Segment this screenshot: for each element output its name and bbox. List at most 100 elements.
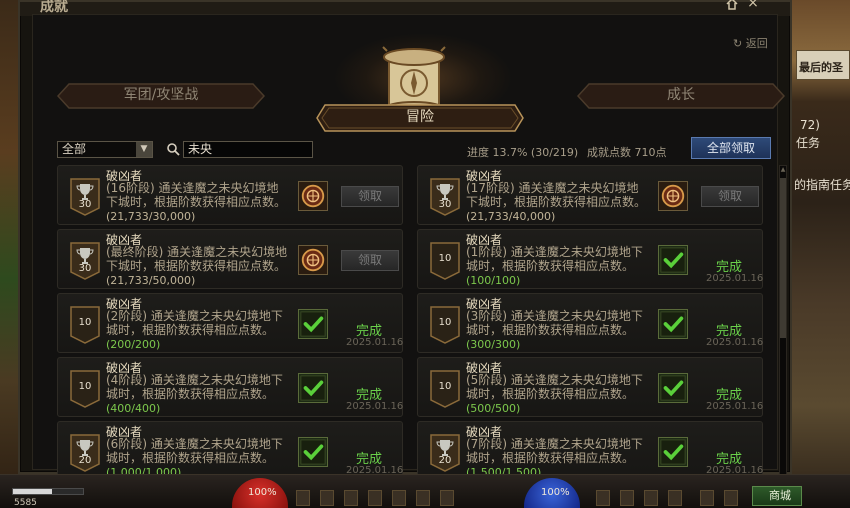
achievement-progress: (21,733/50,000) bbox=[106, 274, 196, 287]
tab-legion-label: 军团/攻坚战 bbox=[123, 87, 199, 103]
badge-icon bbox=[70, 178, 100, 216]
tab-growth-label: 成长 bbox=[667, 87, 695, 103]
category-select-value: 全部 bbox=[62, 142, 87, 156]
check-icon bbox=[658, 309, 688, 339]
hp-text: 100% bbox=[248, 487, 277, 498]
category-select[interactable]: 全部 ▼ bbox=[57, 141, 153, 158]
tab-adventure-label: 冒险 bbox=[406, 109, 434, 125]
back-button[interactable]: ↻ 返回 bbox=[733, 35, 768, 51]
side-task-text: 任务 bbox=[796, 136, 821, 150]
achievement-desc: (3阶段) 通关逢魔之未央幻境地下城时，根据阶数获得相应点数。 bbox=[466, 309, 643, 337]
achievement-card: 10 破凶者 (3阶段) 通关逢魔之未央幻境地下城时，根据阶数获得相应点数。 (300… bbox=[417, 293, 763, 353]
check-icon bbox=[298, 437, 328, 467]
achievement-card: 10 破凶者 (5阶段) 通关逢魔之未央幻境地下城时，根据阶数获得相应点数。 (500… bbox=[417, 357, 763, 417]
achievement-desc: (1阶段) 通关逢魔之未央幻境地下城时，根据阶数获得相应点数。 bbox=[466, 245, 643, 273]
progress-text: 进度 13.7% (30/219) bbox=[467, 146, 579, 159]
tab-adventure[interactable]: 冒险 bbox=[315, 103, 525, 133]
menu-slot[interactable] bbox=[596, 490, 610, 506]
achievement-desc: (2阶段) 通关逢魔之未央幻境地下城时，根据阶数获得相应点数。 bbox=[106, 309, 283, 337]
side-num-text: 72) bbox=[800, 118, 820, 132]
achievement-card: 20 破凶者 (6阶段) 通关逢魔之未央幻境地下城时，根据阶数获得相应点数。 (1,0… bbox=[57, 421, 403, 481]
badge-icon bbox=[430, 434, 460, 472]
menu-slot[interactable] bbox=[644, 490, 658, 506]
achievement-card: 10 破凶者 (2阶段) 通关逢魔之未央幻境地下城时，根据阶数获得相应点数。 (200… bbox=[57, 293, 403, 353]
level-bar bbox=[12, 488, 84, 495]
achievement-progress: (100/100) bbox=[466, 274, 521, 287]
badge-points: 30 bbox=[78, 199, 92, 210]
badge-points: 10 bbox=[438, 317, 452, 328]
menu-slot[interactable] bbox=[620, 490, 634, 506]
claim-button[interactable]: 领取 bbox=[341, 186, 399, 207]
skill-slot[interactable] bbox=[440, 490, 454, 506]
achievement-card: 10 破凶者 (4阶段) 通关逢魔之未央幻境地下城时，根据阶数获得相应点数。 (400… bbox=[57, 357, 403, 417]
shop-button[interactable]: 商城 bbox=[752, 486, 802, 506]
quest-note-text: 最后的圣 bbox=[799, 61, 843, 74]
skill-slot[interactable] bbox=[416, 490, 430, 506]
completion-date: 2025.01.16 bbox=[706, 337, 764, 348]
achievement-desc: (5阶段) 通关逢魔之未央幻境地下城时，根据阶数获得相应点数。 bbox=[466, 373, 643, 401]
claim-button[interactable]: 领取 bbox=[701, 186, 759, 207]
scroll-up-icon[interactable]: ▲ bbox=[780, 166, 786, 174]
badge-icon bbox=[430, 178, 460, 216]
achievement-list: 30 破凶者 (16阶段) 通关逢魔之未央幻境地下城时，根据阶数获得相应点数。 (21… bbox=[57, 165, 771, 483]
badge-icon bbox=[70, 434, 100, 472]
achievement-desc: (16阶段) 通关逢魔之未央幻境地下城时，根据阶数获得相应点数。 bbox=[106, 181, 287, 209]
claim-button[interactable]: 领取 bbox=[341, 250, 399, 271]
reward-emblem-icon bbox=[298, 181, 328, 211]
skill-slot[interactable] bbox=[368, 490, 382, 506]
check-icon bbox=[658, 245, 688, 275]
search-icon bbox=[167, 143, 180, 156]
badge-points: 20 bbox=[78, 455, 92, 466]
completion-date: 2025.01.16 bbox=[706, 401, 764, 412]
search-input[interactable]: 未央 bbox=[183, 141, 313, 158]
achievement-progress: (21,733/40,000) bbox=[466, 210, 556, 223]
back-arrow-icon: ↻ bbox=[733, 37, 743, 50]
achievement-card: 20 破凶者 (7阶段) 通关逢魔之未央幻境地下城时，根据阶数获得相应点数。 (1,5… bbox=[417, 421, 763, 481]
completion-date: 2025.01.16 bbox=[706, 273, 764, 284]
achievement-card: 30 破凶者 (17阶段) 通关逢魔之未央幻境地下城时，根据阶数获得相应点数。 (21… bbox=[417, 165, 763, 225]
skill-slot[interactable] bbox=[392, 490, 406, 506]
achievement-desc: (最终阶段) 通关逢魔之未央幻境地下城时，根据阶数获得相应点数。 bbox=[106, 245, 288, 273]
quest-note[interactable]: 最后的圣 bbox=[796, 50, 850, 80]
achievement-progress: (400/400) bbox=[106, 402, 161, 415]
tab-growth[interactable]: 成长 bbox=[577, 83, 785, 109]
achievement-desc: (7阶段) 通关逢魔之未央幻境地下城时，根据阶数获得相应点数。 bbox=[466, 437, 643, 465]
menu-slot[interactable] bbox=[700, 490, 714, 506]
tab-legion[interactable]: 军团/攻坚战 bbox=[57, 83, 265, 109]
completion-date: 2025.01.16 bbox=[346, 337, 404, 348]
achievement-desc: (4阶段) 通关逢魔之未央幻境地下城时，根据阶数获得相应点数。 bbox=[106, 373, 283, 401]
skill-slot[interactable] bbox=[344, 490, 358, 506]
level-fill bbox=[13, 489, 52, 494]
close-icon[interactable]: × bbox=[746, 0, 760, 10]
achievement-progress: (500/500) bbox=[466, 402, 521, 415]
check-icon bbox=[298, 373, 328, 403]
content-panel: ↻ 返回 军团/攻坚战 成长 冒险 全部 ▼ 未央 进度 13.7% (30/2… bbox=[32, 14, 787, 483]
badge-icon bbox=[70, 242, 100, 280]
side-guide-text: 的指南任务 bbox=[794, 178, 850, 192]
scrollbar[interactable]: ▲ ▼ bbox=[779, 165, 787, 483]
menu-slot[interactable] bbox=[668, 490, 682, 506]
menu-slot[interactable] bbox=[724, 490, 738, 506]
achievement-card: 30 破凶者 (16阶段) 通关逢魔之未央幻境地下城时，根据阶数获得相应点数。 (21… bbox=[57, 165, 403, 225]
home-icon[interactable] bbox=[726, 0, 738, 10]
badge-points: 10 bbox=[78, 317, 92, 328]
achievement-desc: (6阶段) 通关逢魔之未央幻境地下城时，根据阶数获得相应点数。 bbox=[106, 437, 283, 465]
skill-slot[interactable] bbox=[296, 490, 310, 506]
badge-points: 10 bbox=[438, 253, 452, 264]
achievement-window: 成就 × ↻ 返回 军团/攻坚战 成长 冒险 全部 ▼ 未央 进度 13.7% … bbox=[18, 0, 792, 483]
level-text: 5585 bbox=[14, 498, 37, 508]
points-text: 成就点数 710点 bbox=[587, 146, 667, 159]
badge-points: 10 bbox=[438, 381, 452, 392]
achievement-progress: (300/300) bbox=[466, 338, 521, 351]
back-label: 返回 bbox=[745, 37, 768, 50]
scroll-thumb[interactable] bbox=[780, 178, 786, 338]
achievement-desc: (17阶段) 通关逢魔之未央幻境地下城时，根据阶数获得相应点数。 bbox=[466, 181, 647, 209]
game-screen: 最后的圣 72) 任务 的指南任务 成就 × ↻ 返回 军团/攻坚战 成长 冒险… bbox=[0, 0, 850, 508]
chevron-down-icon: ▼ bbox=[136, 142, 152, 157]
completion-date: 2025.01.16 bbox=[346, 401, 404, 412]
reward-emblem-icon bbox=[298, 245, 328, 275]
achievement-card: 30 破凶者 (最终阶段) 通关逢魔之未央幻境地下城时，根据阶数获得相应点数。 (21… bbox=[57, 229, 403, 289]
check-icon bbox=[658, 437, 688, 467]
claim-all-button[interactable]: 全部领取 bbox=[691, 137, 771, 159]
skill-slot[interactable] bbox=[320, 490, 334, 506]
